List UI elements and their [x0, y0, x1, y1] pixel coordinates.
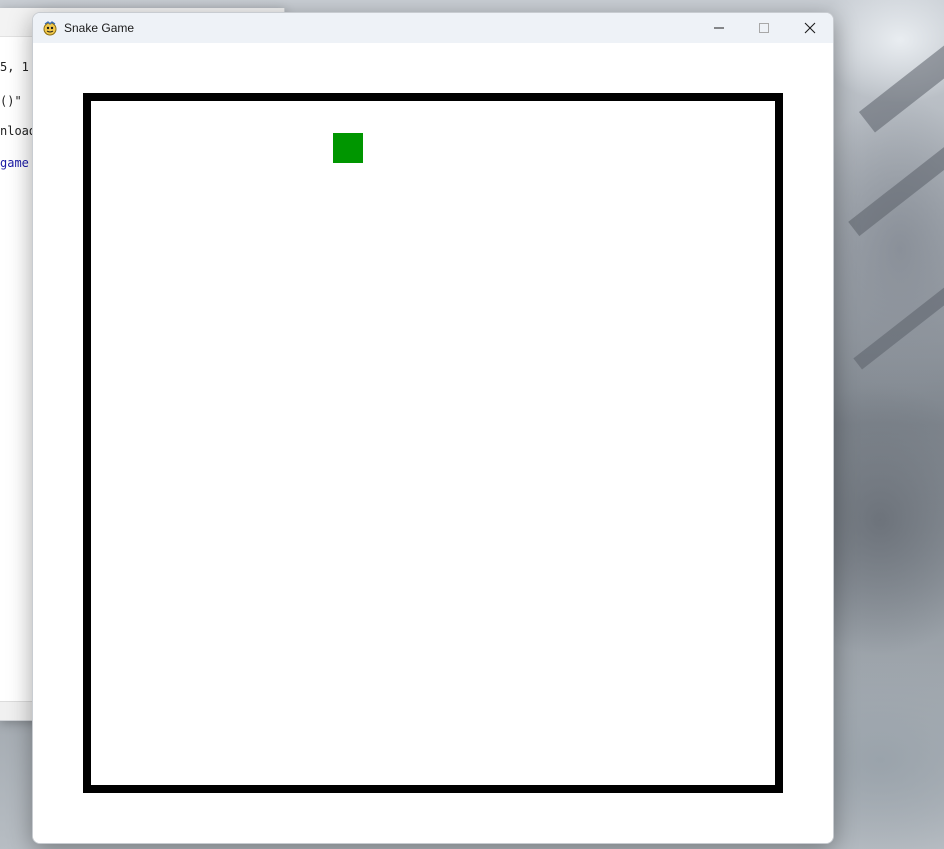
code-line: nload	[0, 124, 37, 138]
game-canvas[interactable]	[33, 43, 833, 843]
minimize-icon	[714, 27, 724, 29]
code-line: ()"	[0, 94, 29, 108]
code-line: 5, 1	[0, 60, 29, 74]
maximize-icon	[759, 23, 769, 33]
window-title: Snake Game	[64, 21, 135, 35]
game-board	[83, 93, 783, 793]
maximize-button[interactable]	[741, 13, 787, 43]
minimize-button[interactable]	[696, 13, 742, 43]
snake-game-window[interactable]: Snake Game	[32, 12, 834, 844]
snake-head	[333, 133, 363, 163]
close-button[interactable]	[787, 13, 833, 43]
title-bar[interactable]: Snake Game	[33, 13, 833, 43]
mountain-ridge	[858, 13, 944, 133]
close-icon	[804, 22, 816, 34]
mountain-ridge	[853, 284, 944, 370]
code-line: game	[0, 156, 29, 170]
pygame-snake-icon	[42, 20, 58, 36]
mountain-ridge	[848, 141, 944, 237]
